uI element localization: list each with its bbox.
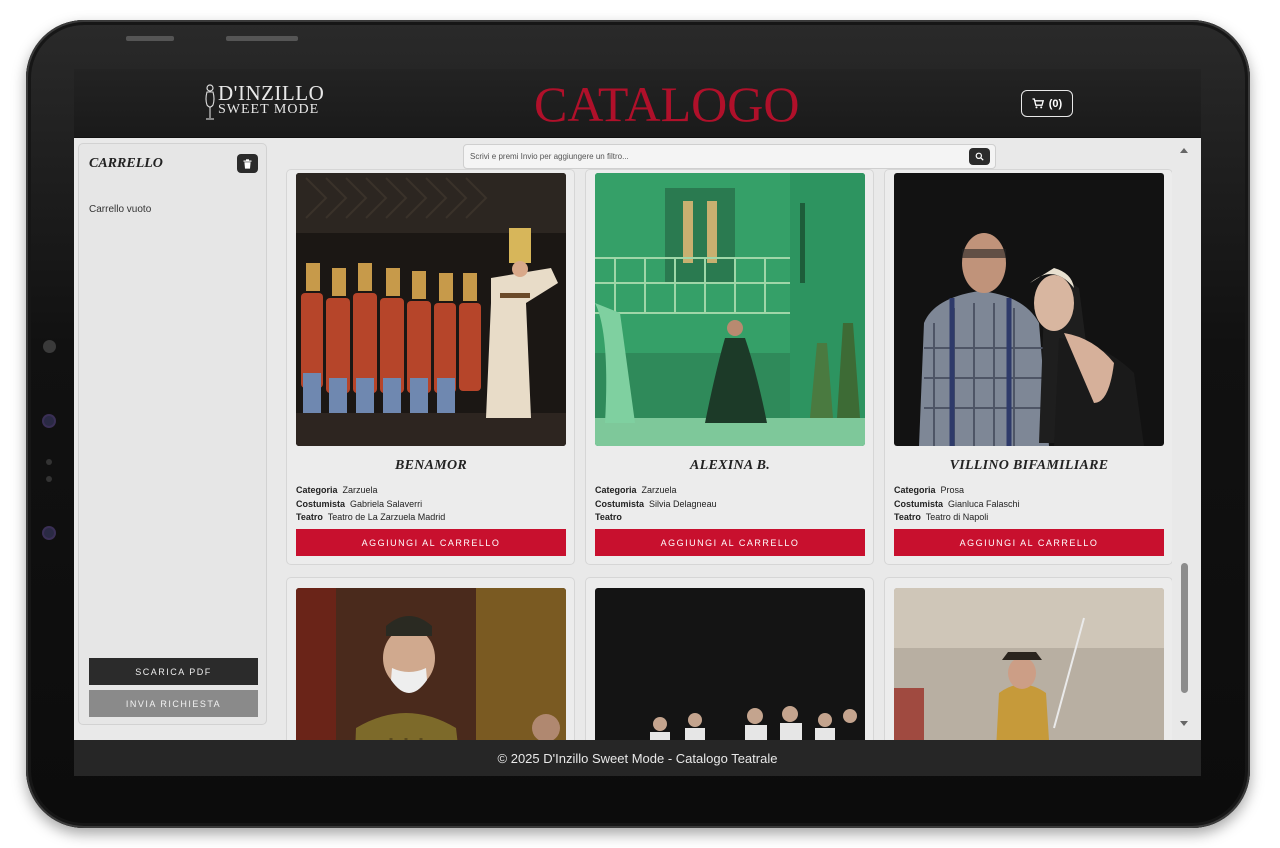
catalog-grid: BENAMOR Categoria Zarzuela Costumista Ga…	[286, 169, 1172, 740]
scrollbar[interactable]	[1176, 145, 1194, 733]
product-card: ALEXINA B. Categoria Zarzuela Costumista…	[585, 169, 874, 565]
sensor-dot	[44, 528, 54, 538]
category-value: Zarzuela	[641, 485, 677, 495]
category-label: Categoria	[595, 485, 637, 495]
cart-title: CARRELLO	[89, 156, 163, 171]
cart-empty-text: Carrello vuoto	[89, 204, 152, 215]
page-title: CATALOGO	[534, 76, 800, 132]
scroll-up-arrow[interactable]	[1180, 148, 1188, 153]
add-to-cart-button[interactable]: AGGIUNGI AL CARRELLO	[894, 529, 1164, 556]
power-button	[226, 36, 298, 41]
product-image[interactable]	[894, 173, 1164, 446]
product-card	[585, 577, 874, 740]
product-image[interactable]	[595, 173, 865, 446]
send-request-button[interactable]: INVIA RICHIESTA	[89, 690, 258, 717]
theater-value: Teatro de La Zarzuela Madrid	[327, 512, 446, 522]
theater-value: Teatro di Napoli	[925, 512, 989, 522]
logo[interactable]: D'INZILLO SWEET MODE	[202, 81, 332, 125]
category-label: Categoria	[894, 485, 936, 495]
screen: D'INZILLO SWEET MODE CATALOGO (0) CARREL…	[74, 69, 1201, 776]
search-button[interactable]	[969, 148, 990, 165]
mannequin-icon	[205, 84, 215, 120]
product-name: ALEXINA B.	[689, 458, 771, 473]
sensor-dot	[46, 476, 52, 482]
product-card	[286, 577, 575, 740]
costume-designer-value: Gianluca Falaschi	[948, 498, 1020, 509]
category-value: Prosa	[940, 485, 965, 495]
product-details: Categoria Zarzuela Costumista Silvia Del…	[595, 484, 865, 525]
costume-designer-label: Costumista	[296, 498, 346, 509]
product-image[interactable]	[894, 588, 1164, 740]
download-pdf-button[interactable]: SCARICA PDF	[89, 658, 258, 685]
product-image[interactable]	[296, 173, 566, 446]
sensor-dot	[46, 459, 52, 465]
cart-button[interactable]: (0)	[1021, 90, 1073, 117]
add-to-cart-button[interactable]: AGGIUNGI AL CARRELLO	[595, 529, 865, 556]
cart-sidebar: CARRELLO Carrello vuoto SCARICA PDF INVI…	[78, 143, 267, 725]
product-image[interactable]	[296, 588, 566, 740]
add-to-cart-button[interactable]: AGGIUNGI AL CARRELLO	[296, 529, 566, 556]
scroll-thumb[interactable]	[1181, 563, 1188, 693]
clear-cart-button[interactable]	[237, 154, 258, 173]
theater-label: Teatro	[296, 512, 323, 522]
product-details: Categoria Zarzuela Costumista Gabriela S…	[296, 484, 566, 525]
footer: © 2025 D'Inzillo Sweet Mode - Catalogo T…	[74, 740, 1201, 776]
costume-designer-value: Gabriela Salaverri	[350, 498, 423, 509]
product-card: BENAMOR Categoria Zarzuela Costumista Ga…	[286, 169, 575, 565]
search-input[interactable]	[470, 148, 960, 165]
theater-label: Teatro	[894, 512, 921, 522]
cart-icon	[1032, 98, 1044, 109]
logo-subtext: SWEET MODE	[218, 102, 320, 117]
volume-button	[126, 36, 174, 41]
header: D'INZILLO SWEET MODE CATALOGO (0)	[74, 69, 1201, 138]
product-details: Categoria Prosa Costumista Gianluca Fala…	[894, 484, 1164, 525]
search-bar	[463, 144, 996, 169]
trash-icon	[243, 158, 252, 169]
scroll-down-arrow[interactable]	[1180, 721, 1188, 726]
category-value: Zarzuela	[342, 485, 378, 495]
product-name: VILLINO BIFAMILIARE	[949, 458, 1109, 473]
product-image[interactable]	[595, 588, 865, 740]
costume-designer-label: Costumista	[894, 498, 944, 509]
sensor-dot	[44, 416, 54, 426]
category-label: Categoria	[296, 485, 338, 495]
theater-label: Teatro	[595, 512, 622, 522]
costume-designer-value: Silvia Delagneau	[649, 498, 717, 509]
product-name: BENAMOR	[394, 458, 468, 473]
search-icon	[975, 152, 984, 161]
costume-designer-label: Costumista	[595, 498, 645, 509]
product-card	[884, 577, 1172, 740]
cart-count: (0)	[1048, 97, 1063, 110]
camera-lens	[43, 340, 56, 353]
product-card: VILLINO BIFAMILIARE Categoria Prosa Cost…	[884, 169, 1172, 565]
